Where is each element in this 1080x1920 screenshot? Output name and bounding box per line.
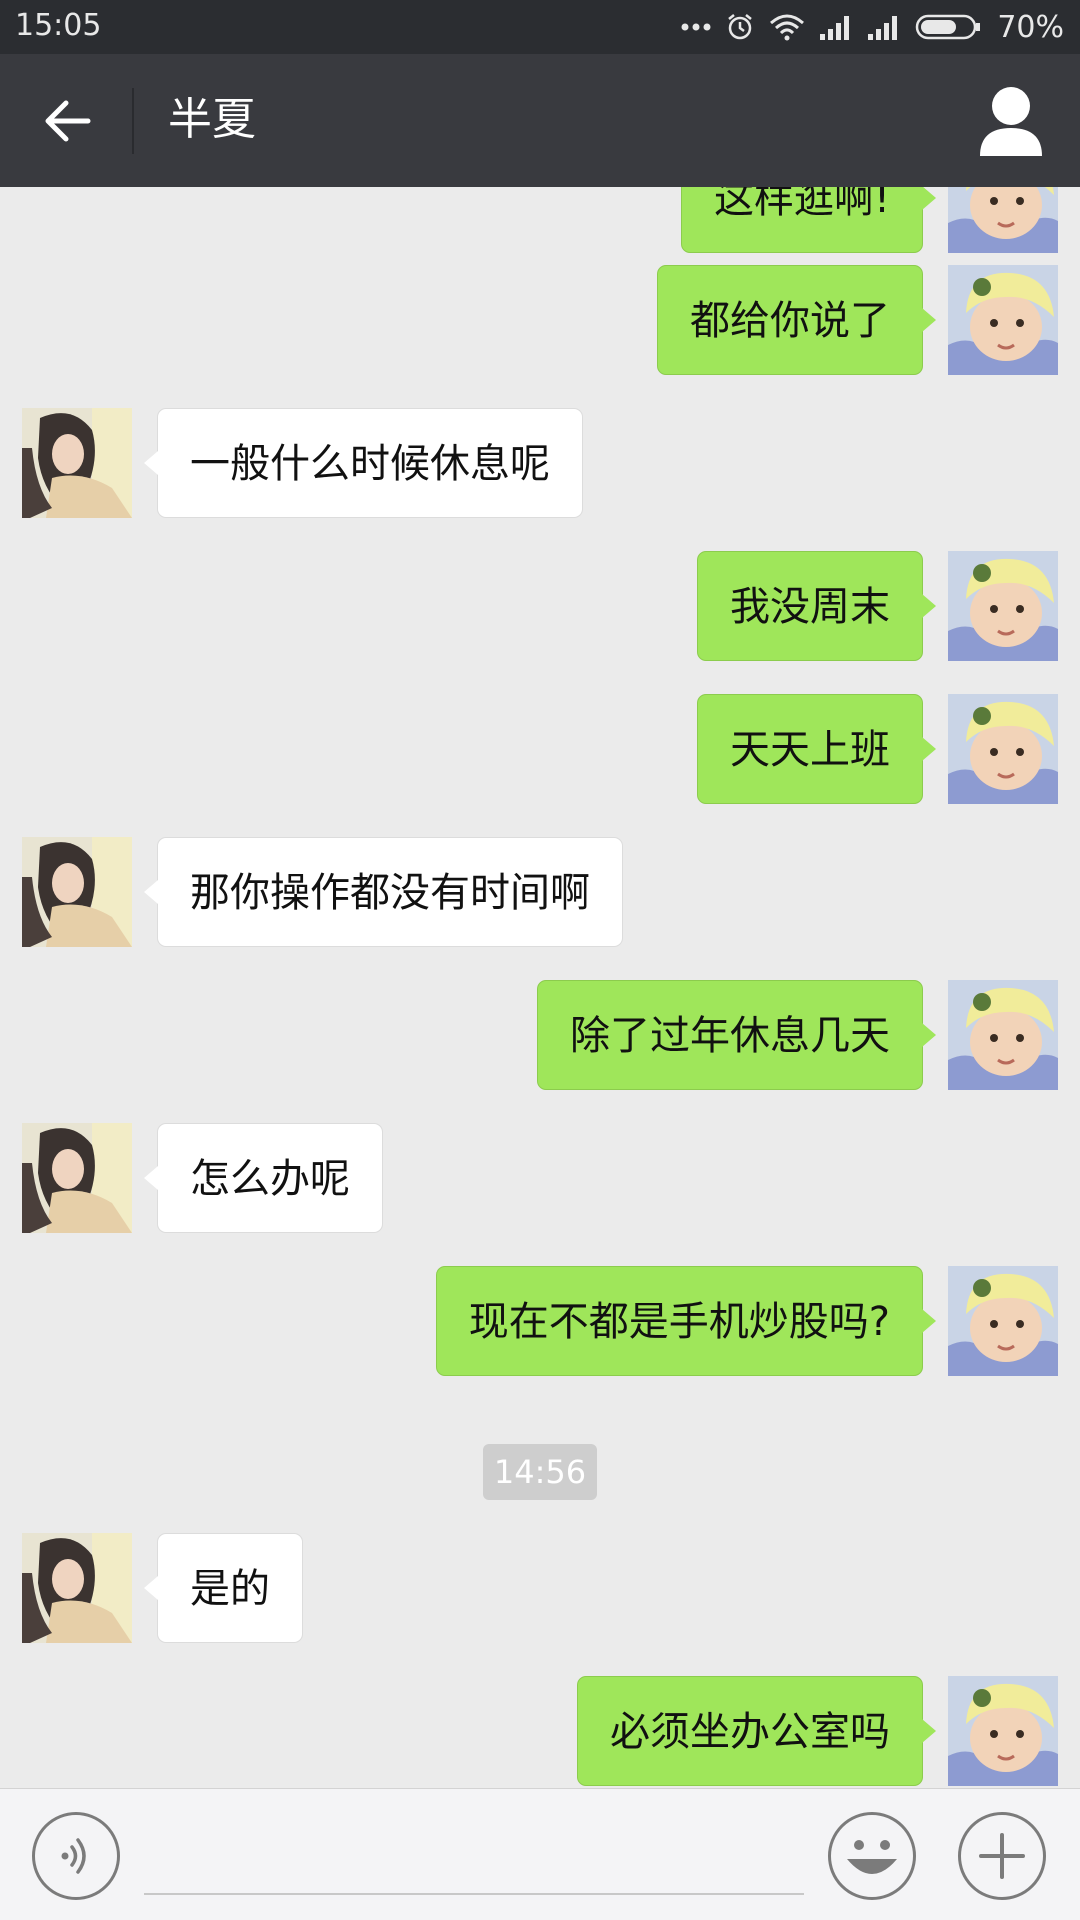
status-icons: 70% [681,0,1064,54]
my-avatar[interactable] [948,694,1058,804]
woman-avatar-image [22,837,132,947]
message-row: 那你操作都没有时间啊 [0,837,1080,949]
message-row: 必须坐办公室吗 [0,1676,1080,1788]
message-bubble-mine[interactable]: 都给你说了 [657,265,936,375]
baby-avatar-image [948,187,1058,253]
baby-avatar-image [948,980,1058,1090]
contact-avatar[interactable] [22,837,132,947]
message-row: 怎么办呢 [0,1123,1080,1235]
battery-percent: 70% [997,9,1064,45]
message-bubble-mine[interactable]: 我没周末 [697,551,936,661]
signal-icon [820,16,850,40]
my-avatar[interactable] [948,265,1058,375]
baby-avatar-image [948,1266,1058,1376]
message-timestamp: 14:56 [483,1444,597,1500]
my-avatar[interactable] [948,187,1058,253]
my-avatar[interactable] [948,980,1058,1090]
message-bubble-contact[interactable]: 一般什么时候休息呢 [144,408,583,518]
profile-button[interactable] [976,84,1046,158]
message-bubble-mine[interactable]: 除了过年休息几天 [537,980,936,1090]
alarm-icon [728,14,753,40]
status-bar: 15:05 70% [0,0,1080,54]
signal-icon [868,16,898,40]
message-row: 除了过年休息几天 [0,980,1080,1092]
emoji-icon [847,1840,897,1874]
my-avatar[interactable] [948,551,1058,661]
wifi-icon [770,14,805,41]
message-row: 都给你说了 [0,265,1080,377]
battery-icon [916,14,981,40]
message-row: 我没周末 [0,551,1080,663]
woman-avatar-image [22,1533,132,1643]
title-bar: 半夏 [0,54,1080,187]
message-row: 天天上班 [0,694,1080,806]
baby-avatar-image [948,1676,1058,1786]
woman-avatar-image [22,1123,132,1233]
message-row: 是的 [0,1533,1080,1645]
baby-avatar-image [948,694,1058,804]
message-bubble-mine[interactable]: 现在不都是手机炒股吗? [435,1266,937,1376]
message-bubble-contact[interactable]: 是的 [144,1533,303,1643]
back-button[interactable] [20,80,116,162]
message-bubble-contact[interactable]: 怎么办呢 [144,1123,383,1233]
contact-avatar[interactable] [22,1533,132,1643]
message-bubble-mine[interactable]: 天天上班 [697,694,936,804]
back-arrow-icon [45,100,91,142]
message-bubble-contact[interactable]: 那你操作都没有时间啊 [144,837,623,947]
my-avatar[interactable] [948,1676,1058,1786]
message-row: 现在不都是手机炒股吗? [0,1266,1080,1378]
emoji-button[interactable] [828,1812,916,1900]
contact-avatar[interactable] [22,1123,132,1233]
message-input[interactable] [144,1813,804,1895]
baby-avatar-image [948,265,1058,375]
message-bubble-mine[interactable]: 必须坐办公室吗 [577,1676,936,1786]
my-avatar[interactable] [948,1266,1058,1376]
input-bar [0,1788,1080,1920]
plus-icon [979,1833,1025,1879]
title-divider [132,88,134,154]
message-row: 一般什么时候休息呢 [0,408,1080,520]
baby-avatar-image [948,551,1058,661]
chat-area[interactable]: 这样逛啊! 都给你说了 一般什么时候休息呢 我没周末 天天上班 那你操作都没有时… [0,187,1080,1788]
person-icon [980,87,1042,156]
message-row: 这样逛啊! [0,187,1080,255]
voice-icon [61,1838,86,1874]
message-bubble-mine[interactable]: 这样逛啊! [680,187,937,253]
chat-title: 半夏 [168,94,256,145]
more-dots-icon [681,23,711,31]
more-button[interactable] [958,1812,1046,1900]
voice-button[interactable] [32,1812,120,1900]
woman-avatar-image [22,408,132,518]
contact-avatar[interactable] [22,408,132,518]
status-time: 15:05 [15,8,102,43]
